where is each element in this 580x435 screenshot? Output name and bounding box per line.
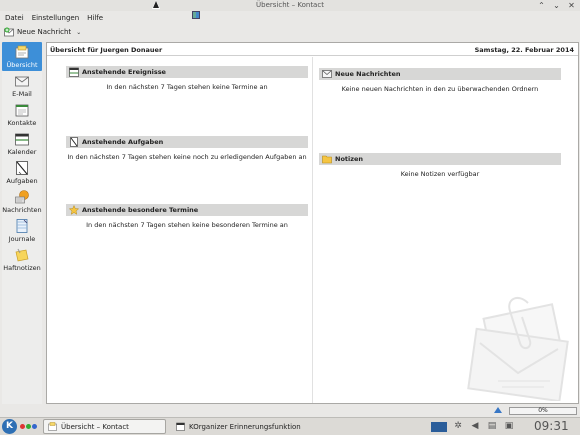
journal-icon xyxy=(14,218,30,234)
sidebar-item-label: E-Mail xyxy=(12,90,32,98)
sidebar-item-label: Journale xyxy=(8,235,36,243)
sticky-notes-icon xyxy=(14,247,30,263)
menu-datei[interactable]: Datei xyxy=(4,14,25,22)
section-anstehende-aufgaben: Anstehende Aufgaben In den nächsten 7 Ta… xyxy=(66,136,308,161)
network-icon[interactable]: ✲ xyxy=(452,420,464,432)
window-dots-icon[interactable] xyxy=(20,424,37,429)
status-bar: 0% xyxy=(0,404,580,417)
email-icon xyxy=(322,69,332,79)
section-body: Keine Notizen verfügbar xyxy=(400,170,480,178)
close-button[interactable]: ✕ xyxy=(567,1,576,10)
sidebar-item-journale[interactable]: Journale xyxy=(2,216,42,245)
section-title: Anstehende Ereignisse xyxy=(82,68,166,76)
sidebar-item-label: Haftnotizen xyxy=(3,264,41,272)
window-title: Übersicht – Kontact xyxy=(256,1,324,9)
calendar-icon xyxy=(176,422,185,431)
section-anstehende-besondere-termine: Anstehende besondere Termine In den näch… xyxy=(66,204,308,229)
section-title: Notizen xyxy=(335,155,364,163)
tasks-icon xyxy=(69,137,79,147)
task-label: KOrganizer Erinnerungsfunktion xyxy=(189,422,301,431)
clipboard-icon[interactable]: ▤ xyxy=(486,420,498,432)
task-kontact[interactable]: Übersicht – Kontact xyxy=(43,419,166,434)
menubar: Datei Einstellungen Hilfe xyxy=(0,11,580,24)
sidebar-item-haftnotizen[interactable]: Haftnotizen xyxy=(2,245,42,274)
column-divider xyxy=(312,57,313,403)
kde-menu-icon[interactable]: K xyxy=(2,419,17,434)
new-message-button[interactable]: Neue Nachricht ⌄ xyxy=(2,25,83,39)
sidebar: Übersicht E-Mail Kontakte Kalender Aufga… xyxy=(2,42,42,404)
menu-einstellungen[interactable]: Einstellungen xyxy=(31,14,80,22)
desktop-preview-icon[interactable] xyxy=(431,421,447,432)
section-header[interactable]: Anstehende besondere Termine xyxy=(66,204,308,216)
sidebar-item-label: Nachrichten xyxy=(2,206,42,214)
task-korganizer-reminder[interactable]: KOrganizer Erinnerungsfunktion xyxy=(172,419,332,434)
progress-bar: 0% xyxy=(509,407,577,415)
section-header[interactable]: Anstehende Ereignisse xyxy=(66,66,308,78)
sidebar-item-kontakte[interactable]: Kontakte xyxy=(2,100,42,129)
section-body: In den nächsten 7 Tagen stehen keine Ter… xyxy=(106,83,268,91)
section-neue-nachrichten: Neue Nachrichten Keine neuen Nachrichten… xyxy=(319,68,561,93)
mouse-cursor-icon xyxy=(152,0,160,9)
sidebar-item-label: Kalender xyxy=(7,148,37,156)
sidebar-item-email[interactable]: E-Mail xyxy=(2,71,42,100)
red-dot-icon xyxy=(20,424,25,429)
system-tray: ✲ ◀ ▤ ▣ xyxy=(431,420,515,432)
green-dot-icon xyxy=(26,424,31,429)
overview-icon xyxy=(48,422,57,431)
blue-dot-icon xyxy=(32,424,37,429)
new-message-label: Neue Nachricht xyxy=(17,28,72,36)
task-label: Übersicht – Kontact xyxy=(61,422,129,431)
sidebar-item-label: Übersicht xyxy=(6,61,38,69)
contacts-icon xyxy=(14,102,30,118)
section-title: Neue Nachrichten xyxy=(335,70,401,78)
menu-hilfe[interactable]: Hilfe xyxy=(86,14,104,22)
toolbar: Neue Nachricht ⌄ xyxy=(0,24,580,40)
arrow-up-icon[interactable] xyxy=(494,407,502,413)
sidebar-item-uebersicht[interactable]: Übersicht xyxy=(2,42,42,71)
summary-view: Übersicht für Juergen Donauer Samstag, 2… xyxy=(46,42,579,404)
section-header[interactable]: Notizen xyxy=(319,153,561,165)
sidebar-item-aufgaben[interactable]: Aufgaben xyxy=(2,158,42,187)
folder-icon xyxy=(322,154,332,164)
volume-icon[interactable]: ◀ xyxy=(469,420,481,432)
summary-date: Samstag, 22. Februar 2014 xyxy=(474,46,574,54)
window-controls: ⌃ ⌄ ✕ xyxy=(537,1,576,10)
tasks-icon xyxy=(14,160,30,176)
section-body: In den nächsten 7 Tagen stehen keine noc… xyxy=(67,153,307,161)
calendar-icon xyxy=(69,67,79,77)
taskbar: K Übersicht – Kontact KOrganizer Erinner… xyxy=(0,417,580,435)
title-bar: Übersicht – Kontact ⌃ ⌄ ✕ xyxy=(0,0,580,11)
summary-greeting: Übersicht für Juergen Donauer xyxy=(50,46,163,54)
section-header[interactable]: Neue Nachrichten xyxy=(319,68,561,80)
section-anstehende-ereignisse: Anstehende Ereignisse In den nächsten 7 … xyxy=(66,66,308,91)
sidebar-item-kalender[interactable]: Kalender xyxy=(2,129,42,158)
overview-icon xyxy=(14,44,30,60)
maximize-button[interactable]: ⌄ xyxy=(552,1,561,10)
section-body: Keine neuen Nachrichten in den zu überwa… xyxy=(341,85,539,93)
sidebar-item-label: Kontakte xyxy=(7,119,37,127)
star-icon xyxy=(68,204,80,215)
sidebar-item-nachrichten[interactable]: Nachrichten xyxy=(2,187,42,216)
section-title: Anstehende besondere Termine xyxy=(82,206,199,214)
news-icon xyxy=(14,189,30,205)
section-body: In den nächsten 7 Tagen stehen keine bes… xyxy=(86,221,288,229)
minimize-button[interactable]: ⌃ xyxy=(537,1,546,10)
section-header[interactable]: Anstehende Aufgaben xyxy=(66,136,308,148)
sidebar-item-label: Aufgaben xyxy=(6,177,38,185)
section-notizen: Notizen Keine Notizen verfügbar xyxy=(319,153,561,178)
new-mail-icon xyxy=(4,27,14,37)
email-icon xyxy=(14,73,30,89)
section-title: Anstehende Aufgaben xyxy=(82,138,164,146)
calendar-icon xyxy=(14,131,30,147)
summary-header: Übersicht für Juergen Donauer Samstag, 2… xyxy=(47,43,578,56)
clock[interactable]: 09:31 xyxy=(534,419,569,433)
notifications-icon[interactable]: ▣ xyxy=(503,420,515,432)
kontact-watermark-icon xyxy=(458,293,576,403)
dropdown-arrow-icon[interactable]: ⌄ xyxy=(76,29,81,36)
